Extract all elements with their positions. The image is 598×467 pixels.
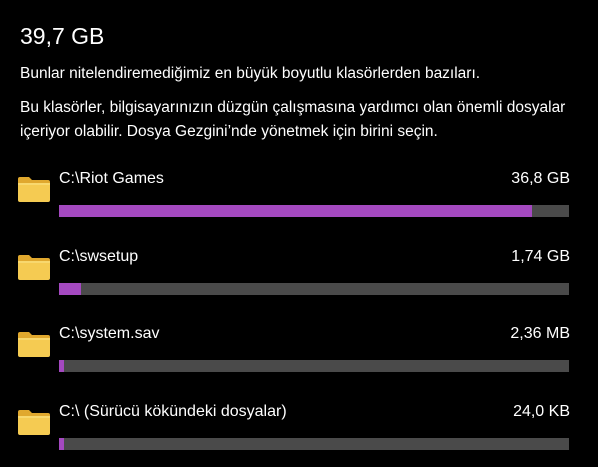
description-help-text: Bu klasörler, bilgisayarınızın düzgün ça… — [20, 99, 566, 140]
folder-item-system-sav[interactable]: C:\system.sav 2,36 MB — [0, 315, 598, 385]
usage-bar-fill — [59, 283, 82, 295]
folder-name: C:\system.sav — [59, 325, 160, 342]
description-text: Bunlar nitelendiremediğimiz en büyük boy… — [20, 65, 481, 82]
usage-bar-fill — [59, 360, 65, 372]
folder-name: C:\swsetup — [59, 248, 139, 265]
folder-icon — [18, 410, 50, 435]
usage-bar-fill — [59, 205, 532, 217]
usage-bar-track — [59, 283, 569, 295]
folder-size: 24,0 KB — [513, 403, 570, 420]
folder-size: 36,8 GB — [511, 170, 570, 187]
folder-item-drive-root[interactable]: C:\ (Sürücü kökündeki dosyalar) 24,0 KB — [0, 393, 598, 463]
folder-name: C:\Riot Games — [59, 170, 164, 187]
folder-size: 1,74 GB — [511, 248, 570, 265]
folder-icon — [18, 255, 50, 280]
total-size-heading: 39,7 GB — [20, 23, 105, 49]
folder-name: C:\ (Sürücü kökündeki dosyalar) — [59, 403, 287, 420]
usage-bar-track — [59, 438, 569, 450]
folder-size: 2,36 MB — [510, 325, 570, 342]
usage-bar-fill — [59, 438, 65, 450]
folder-icon — [18, 177, 50, 202]
usage-bar-track — [59, 360, 569, 372]
folder-item-swsetup[interactable]: C:\swsetup 1,74 GB — [0, 238, 598, 308]
folder-item-riot-games[interactable]: C:\Riot Games 36,8 GB — [0, 160, 598, 230]
usage-bar-track — [59, 205, 569, 217]
folder-icon — [18, 332, 50, 357]
